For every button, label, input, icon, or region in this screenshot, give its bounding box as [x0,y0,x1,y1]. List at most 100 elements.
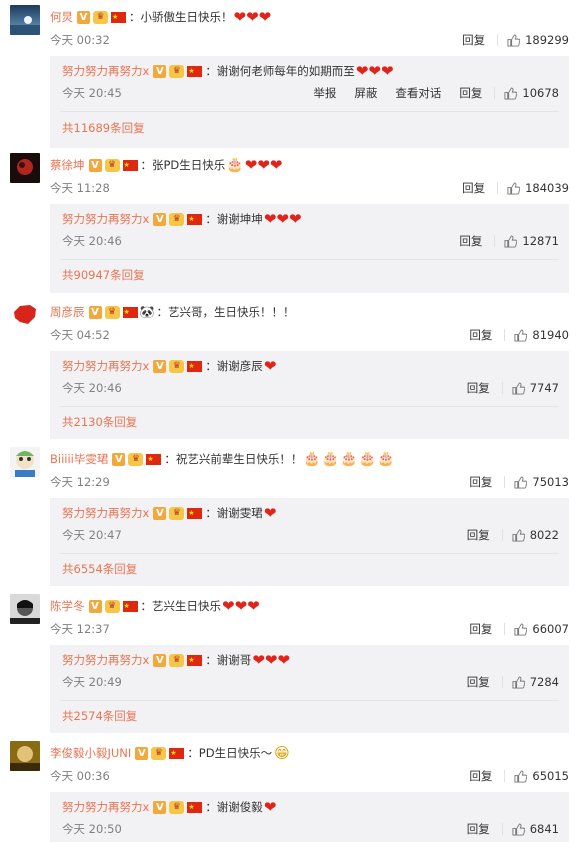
heart-icon: ❤ [234,597,248,615]
reply-header: 努力努力再努力x V ♛ ★ ：谢谢何老师每年的如期而至 ❤ ❤ ❤ [62,62,394,80]
avatar[interactable] [10,300,40,330]
timestamp: 今天 20:45 [62,86,122,100]
reply-header: 努力努力再努力x V ♛ ★ ：谢谢俊毅 ❤ [62,798,276,816]
reply-count-link[interactable]: 共6554条回复 [62,561,137,577]
username-link[interactable]: 努力努力再努力x [62,63,149,79]
divider [60,700,559,701]
username-link[interactable]: 努力努力再努力x [62,652,149,668]
avatar[interactable] [10,594,40,624]
comment-meta: 今天 00:32 回复 189299 [50,32,569,48]
reply-count-link[interactable]: 共2130条回复 [62,414,137,430]
divider [60,553,559,554]
heart-icon: ❤ [368,62,381,80]
reply-meta: 今天 20:46 回复 7747 [62,380,559,396]
timestamp: 今天 20:50 [62,822,122,836]
reply-button[interactable]: 回复 [459,233,482,249]
like-button[interactable]: 81940 [514,328,569,342]
china-flag-icon: ★ [169,747,185,759]
username-link[interactable]: 陈学冬 [50,598,85,614]
reply-button[interactable]: 回复 [469,474,492,490]
like-button[interactable]: 7284 [512,675,559,689]
like-button[interactable]: 65015 [514,769,569,783]
thumbs-up-icon [507,33,521,47]
timestamp: 今天 00:32 [50,33,110,47]
avatar[interactable] [10,741,40,771]
divider [501,823,503,835]
reply-button[interactable]: 回复 [469,768,492,784]
divider [504,329,506,341]
like-button[interactable]: 8022 [512,528,559,542]
cake-icon: 🎂 [226,157,244,173]
reply-button[interactable]: 回复 [469,621,492,637]
like-count: 81940 [532,328,569,342]
china-flag-icon: ★ [146,453,162,465]
username-link[interactable]: Biiiii毕雯珺 [50,451,108,467]
thumbs-up-icon [504,234,518,248]
reply-button[interactable]: 回复 [467,527,490,543]
avatar[interactable] [10,447,40,477]
timestamp: 今天 12:29 [50,475,110,489]
heart-icon: ❤ [263,357,277,375]
username-link[interactable]: 何炅 [50,9,73,25]
reply-count-link[interactable]: 共90947条回复 [62,267,145,283]
like-count: 65015 [532,769,569,783]
thumbs-up-icon [507,181,521,195]
comment-text: ：小骄傲生日快乐！ [129,10,233,24]
username-link[interactable]: 周彦辰 [50,304,85,320]
username-link[interactable]: 李俊毅小毅JUNI [50,745,131,761]
like-count: 7284 [529,675,559,689]
like-count: 189299 [525,33,569,47]
crown-badge-icon: ♛ [169,212,185,226]
username-link[interactable]: 努力努力再努力x [62,358,149,374]
block-button[interactable]: 屏蔽 [354,85,377,101]
like-button[interactable]: 184039 [507,181,569,195]
report-button[interactable]: 举报 [313,85,336,101]
thumbs-up-icon [504,86,518,100]
like-button[interactable]: 10678 [504,86,559,100]
panda-icon: 🐼 [139,305,155,319]
comment-text: ：PD生日快乐～ [187,746,273,760]
divider [504,476,506,488]
reply-count-link[interactable]: 共11689条回复 [62,120,145,136]
username-link[interactable]: 蔡徐坤 [50,157,85,173]
verified-icon: V [153,800,167,814]
verified-icon: V [153,506,167,520]
reply-box: 努力努力再努力x V ♛ ★ ：谢谢坤坤 ❤ ❤ ❤ 今天 20:46 回复 1… [50,204,569,293]
heart-icon: ❤ [277,651,290,669]
like-button[interactable]: 189299 [507,33,569,47]
like-button[interactable]: 75013 [514,475,569,489]
reply-button[interactable]: 回复 [467,821,490,837]
avatar[interactable] [10,5,40,35]
reply-count-link[interactable]: 共2574条回复 [62,708,137,724]
reply-button[interactable]: 回复 [469,327,492,343]
like-button[interactable]: 66007 [514,622,569,636]
comment-meta: 今天 04:52 回复 81940 [50,327,569,343]
like-button[interactable]: 7747 [512,381,559,395]
username-link[interactable]: 努力努力再努力x [62,799,149,815]
timestamp: 今天 04:52 [50,328,110,342]
heart-icon: ❤ [276,210,289,228]
username-link[interactable]: 努力努力再努力x [62,505,149,521]
divider [60,259,559,260]
verified-icon: V [153,212,167,226]
reply-button[interactable]: 回复 [467,380,490,396]
divider [501,382,503,394]
thumbs-up-icon [514,769,528,783]
reply-meta: 今天 20:50 回复 6841 [62,821,559,837]
reply-button[interactable]: 回复 [459,85,482,101]
reply-button[interactable]: 回复 [462,32,485,48]
comment-meta: 今天 00:36 回复 65015 [50,768,569,784]
divider [504,623,506,635]
reply-button[interactable]: 回复 [467,674,490,690]
avatar[interactable] [10,153,40,183]
reply-button[interactable]: 回复 [462,180,485,196]
reply-text: ：谢谢雯珺 [205,506,263,520]
heart-icon: ❤ [380,62,394,80]
username-link[interactable]: 努力努力再努力x [62,211,149,227]
like-button[interactable]: 6841 [512,822,559,836]
verified-icon: V [153,653,167,667]
verified-icon: V [112,452,126,466]
like-button[interactable]: 12871 [504,234,559,248]
thumbs-up-icon [512,675,525,689]
view-conversation-button[interactable]: 查看对话 [395,85,441,101]
